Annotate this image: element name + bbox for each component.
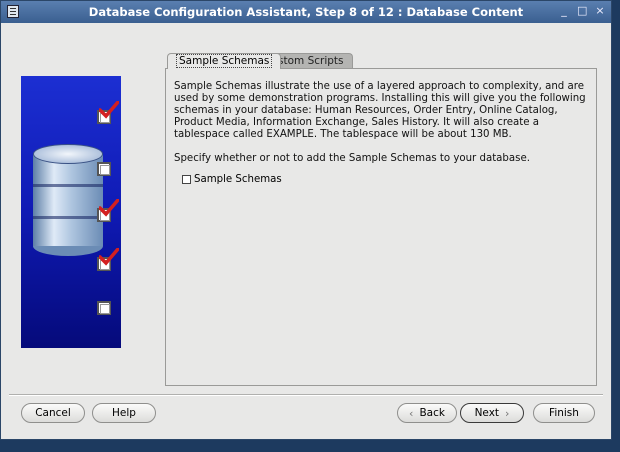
title-bar[interactable]: Database Configuration Assistant, Step 8… — [1, 1, 611, 23]
step-box-unchecked-icon — [97, 301, 111, 315]
app-icon[interactable] — [7, 5, 19, 18]
sample-schemas-checkbox[interactable] — [182, 175, 191, 184]
button-separator — [9, 394, 603, 396]
window-controls: _ □ × — [559, 4, 605, 17]
back-button[interactable]: ‹ Back — [397, 403, 457, 423]
description-text: Sample Schemas illustrate the use of a l… — [174, 81, 586, 140]
database-cylinder-icon — [33, 144, 103, 256]
prompt-text: Specify whether or not to add the Sample… — [174, 153, 530, 164]
step-illustration — [21, 76, 121, 348]
checkmark-icon — [99, 248, 119, 266]
sample-schemas-checkbox-label[interactable]: Sample Schemas — [194, 174, 282, 185]
chevron-right-icon: › — [505, 406, 510, 420]
sample-schemas-option[interactable]: Sample Schemas — [182, 174, 282, 185]
tab-sample-schemas[interactable]: Sample Schemas — [167, 53, 282, 69]
window-title: Database Configuration Assistant, Step 8… — [88, 5, 524, 19]
close-icon[interactable]: × — [595, 4, 605, 17]
dbca-window: Database Configuration Assistant, Step 8… — [0, 0, 612, 440]
checkmark-icon — [99, 101, 119, 119]
help-button[interactable]: Help — [92, 403, 156, 423]
checkmark-icon — [99, 199, 119, 217]
finish-button[interactable]: Finish — [533, 403, 595, 423]
cancel-button[interactable]: Cancel — [21, 403, 85, 423]
next-button[interactable]: Next › — [460, 403, 524, 423]
step-box-unchecked-icon — [97, 162, 111, 176]
maximize-icon[interactable]: □ — [577, 4, 587, 17]
minimize-icon[interactable]: _ — [559, 4, 569, 17]
chevron-left-icon: ‹ — [409, 406, 414, 420]
tab-content: Sample Schemas illustrate the use of a l… — [174, 81, 588, 177]
